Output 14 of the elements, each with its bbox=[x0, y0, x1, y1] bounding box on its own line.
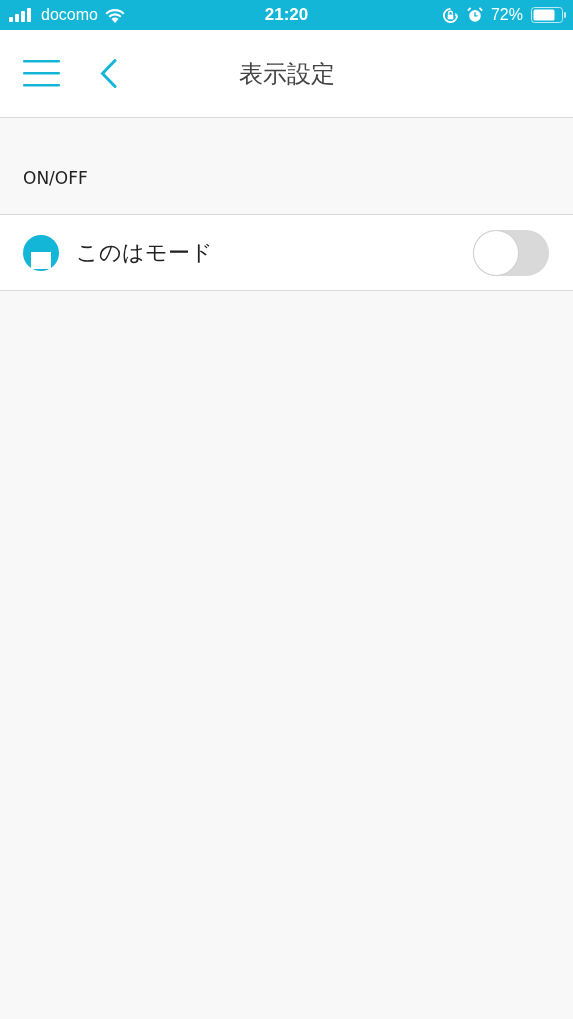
rotation-lock-icon bbox=[441, 6, 459, 24]
alarm-clock-icon bbox=[466, 7, 483, 23]
menu-icon[interactable] bbox=[23, 60, 60, 87]
battery-percent: 72% bbox=[490, 6, 523, 24]
wifi-icon bbox=[103, 7, 126, 23]
carrier-name: docomo bbox=[41, 6, 98, 24]
page-title: 表示設定 bbox=[238, 58, 335, 90]
avatar-icon bbox=[23, 234, 59, 271]
status-time: 21:20 bbox=[264, 5, 309, 25]
toggle-switch[interactable] bbox=[473, 229, 549, 276]
battery-icon bbox=[531, 7, 567, 23]
setting-label: このはモード bbox=[76, 238, 214, 267]
section-header: ON/OFF bbox=[23, 168, 88, 188]
back-icon[interactable] bbox=[100, 59, 117, 88]
